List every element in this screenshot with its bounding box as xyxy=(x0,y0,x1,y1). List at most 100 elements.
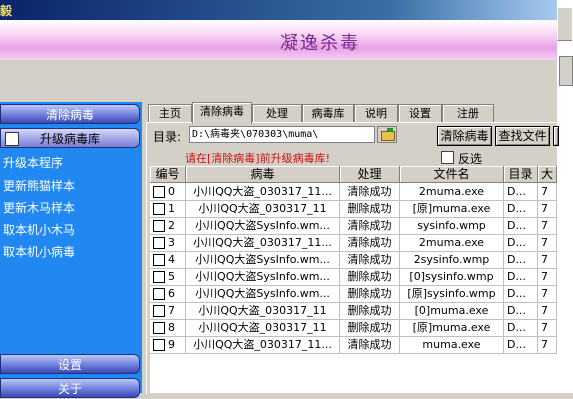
sidebar-item-get-trojan[interactable]: 取本机小木马 xyxy=(3,221,75,238)
tab-settings[interactable]: 设置 xyxy=(398,104,442,123)
cell-file: [原]muma.exe xyxy=(400,200,504,217)
cell-action: 清除成功 xyxy=(340,336,400,353)
row-number: 7 xyxy=(168,304,175,317)
sidebar-button-about[interactable]: 关于 xyxy=(0,378,140,398)
row-number: 0 xyxy=(168,185,175,198)
cell-size: 7 xyxy=(538,285,557,302)
table-row[interactable]: 2 小川QQ大盗SysInfo.wm... 清除成功 sysinfo.wmp D... 7 xyxy=(150,217,557,235)
table-row[interactable]: 9 小川QQ大盗_030317_11... 清除成功 muma.exe D... 7 xyxy=(150,336,557,354)
tab-register[interactable]: 注册 xyxy=(442,104,494,123)
dir-input[interactable]: D:\病毒夹\070303\muma\ xyxy=(189,126,375,143)
cell-file: sysinfo.wmp xyxy=(400,217,504,234)
sidebar-item-update-program[interactable]: 升级本程序 xyxy=(3,154,63,171)
table-row[interactable]: 8 小川QQ大盗_030317_11 删除成功 [原]muma.exe D... 7 xyxy=(150,319,557,337)
cell-dir: D... xyxy=(504,302,538,319)
row-checkbox[interactable] xyxy=(153,186,165,198)
cell-file: 2muma.exe xyxy=(400,234,504,251)
cell-id: 4 xyxy=(150,251,186,268)
arrow-icon xyxy=(387,128,393,132)
column-header-size[interactable]: 大 xyxy=(538,166,557,183)
cell-size: 7 xyxy=(538,251,557,268)
tab-process[interactable]: 处理 xyxy=(252,104,302,123)
table-row[interactable]: 5 小川QQ大盗SysInfo.wm... 删除成功 [0]sysinfo.wmp D.… xyxy=(150,268,557,286)
cell-file: [原]muma.exe xyxy=(400,319,504,336)
tab-help[interactable]: 说明 xyxy=(354,104,398,123)
cell-action: 清除成功 xyxy=(340,183,400,200)
row-checkbox[interactable] xyxy=(153,288,165,300)
table-row[interactable]: 6 小川QQ大盗SysInfo.wm... 删除成功 [原]sysinfo.wmp D.… xyxy=(150,285,557,303)
cell-dir: D... xyxy=(504,217,538,234)
cell-dir: D... xyxy=(504,319,538,336)
row-checkbox[interactable] xyxy=(153,254,165,266)
invert-selection-checkbox[interactable] xyxy=(441,151,454,164)
database-icon xyxy=(5,132,19,146)
cell-file: [原]sysinfo.wmp xyxy=(400,285,504,302)
cell-size: 7 xyxy=(538,234,557,251)
row-checkbox[interactable] xyxy=(153,305,165,317)
row-number: 9 xyxy=(168,338,175,351)
cell-virus: 小川QQ大盗_030317_11... xyxy=(186,183,340,200)
folder-open-icon xyxy=(381,131,395,141)
column-header-id[interactable]: 编号 xyxy=(150,166,186,183)
window-title: 毅 xyxy=(0,4,13,18)
sidebar-button-clear-virus[interactable]: 清除病毒 xyxy=(0,104,140,124)
table-row[interactable]: 4 小川QQ大盗SysInfo.wm... 清除成功 2sysinfo.wmp D...… xyxy=(150,251,557,269)
browse-folder-button[interactable] xyxy=(377,126,397,143)
row-checkbox[interactable] xyxy=(153,237,165,249)
column-header-dir[interactable]: 目录 xyxy=(504,166,538,183)
cell-action: 清除成功 xyxy=(340,217,400,234)
cell-file: 2muma.exe xyxy=(400,183,504,200)
title-bar: 毅 xyxy=(0,0,557,20)
sidebar-button-settings[interactable]: 设置 xyxy=(0,354,140,374)
cell-file: [0]muma.exe xyxy=(400,302,504,319)
clear-virus-button[interactable]: 清除病毒 xyxy=(437,126,492,146)
more-button[interactable] xyxy=(553,126,559,146)
row-checkbox[interactable] xyxy=(153,203,165,215)
sidebar-button-update-db[interactable]: 升级病毒库 xyxy=(0,128,140,148)
sidebar-item-update-trojan[interactable]: 更新木马样本 xyxy=(3,199,75,216)
cell-size: 7 xyxy=(538,183,557,200)
scroll-button[interactable] xyxy=(559,56,573,86)
tab-clear-virus[interactable]: 清除病毒 xyxy=(192,102,252,124)
table-row[interactable]: 7 小川QQ大盗_030317_11 删除成功 [0]muma.exe D... 7 xyxy=(150,302,557,320)
cell-action: 删除成功 xyxy=(340,200,400,217)
table-row[interactable]: 3 小川QQ大盗_030317_11... 清除成功 2muma.exe D... 7 xyxy=(150,234,557,252)
row-checkbox[interactable] xyxy=(153,220,165,232)
cell-id: 5 xyxy=(150,268,186,285)
column-header-filename[interactable]: 文件名 xyxy=(400,166,504,183)
cell-action: 清除成功 xyxy=(340,234,400,251)
tab-home[interactable]: 主页 xyxy=(148,104,192,123)
cell-virus: 小川QQ大盗_030317_11 xyxy=(186,302,340,319)
cell-size: 7 xyxy=(538,336,557,353)
table-row[interactable]: 0 小川QQ大盗_030317_11... 清除成功 2muma.exe D... 7 xyxy=(150,183,557,201)
cell-id: 1 xyxy=(150,200,186,217)
cell-action: 删除成功 xyxy=(340,268,400,285)
cell-virus: 小川QQ大盗SysInfo.wm... xyxy=(186,251,340,268)
cell-virus: 小川QQ大盗SysInfo.wm... xyxy=(186,285,340,302)
cell-virus: 小川QQ大盗SysInfo.wm... xyxy=(186,268,340,285)
sidebar-item-get-virus[interactable]: 取本机小病毒 xyxy=(3,243,75,260)
cell-size: 7 xyxy=(538,319,557,336)
column-header-action[interactable]: 处理 xyxy=(340,166,400,183)
row-number: 1 xyxy=(168,202,175,215)
row-number: 2 xyxy=(168,219,175,232)
cell-dir: D... xyxy=(504,183,538,200)
cell-virus: 小川QQ大盗_030317_11... xyxy=(186,234,340,251)
row-checkbox[interactable] xyxy=(153,322,165,334)
cell-dir: D... xyxy=(504,336,538,353)
cell-id: 9 xyxy=(150,336,186,353)
window-control-button[interactable] xyxy=(557,8,572,41)
row-checkbox[interactable] xyxy=(153,271,165,283)
column-header-virus[interactable]: 病毒 xyxy=(186,166,340,183)
row-number: 5 xyxy=(168,270,175,283)
cell-virus: 小川QQ大盗_030317_11... xyxy=(186,336,340,353)
cell-dir: D... xyxy=(504,200,538,217)
sidebar-item-update-panda[interactable]: 更新熊猫样本 xyxy=(3,177,75,194)
row-checkbox[interactable] xyxy=(153,339,165,351)
cell-file: 2sysinfo.wmp xyxy=(400,251,504,268)
tab-virus-db[interactable]: 病毒库 xyxy=(302,104,354,123)
cell-action: 删除成功 xyxy=(340,285,400,302)
cell-id: 3 xyxy=(150,234,186,251)
table-row[interactable]: 1 小川QQ大盗_030317_11 删除成功 [原]muma.exe D... 7 xyxy=(150,200,557,218)
find-file-button[interactable]: 查找文件 xyxy=(495,126,550,146)
